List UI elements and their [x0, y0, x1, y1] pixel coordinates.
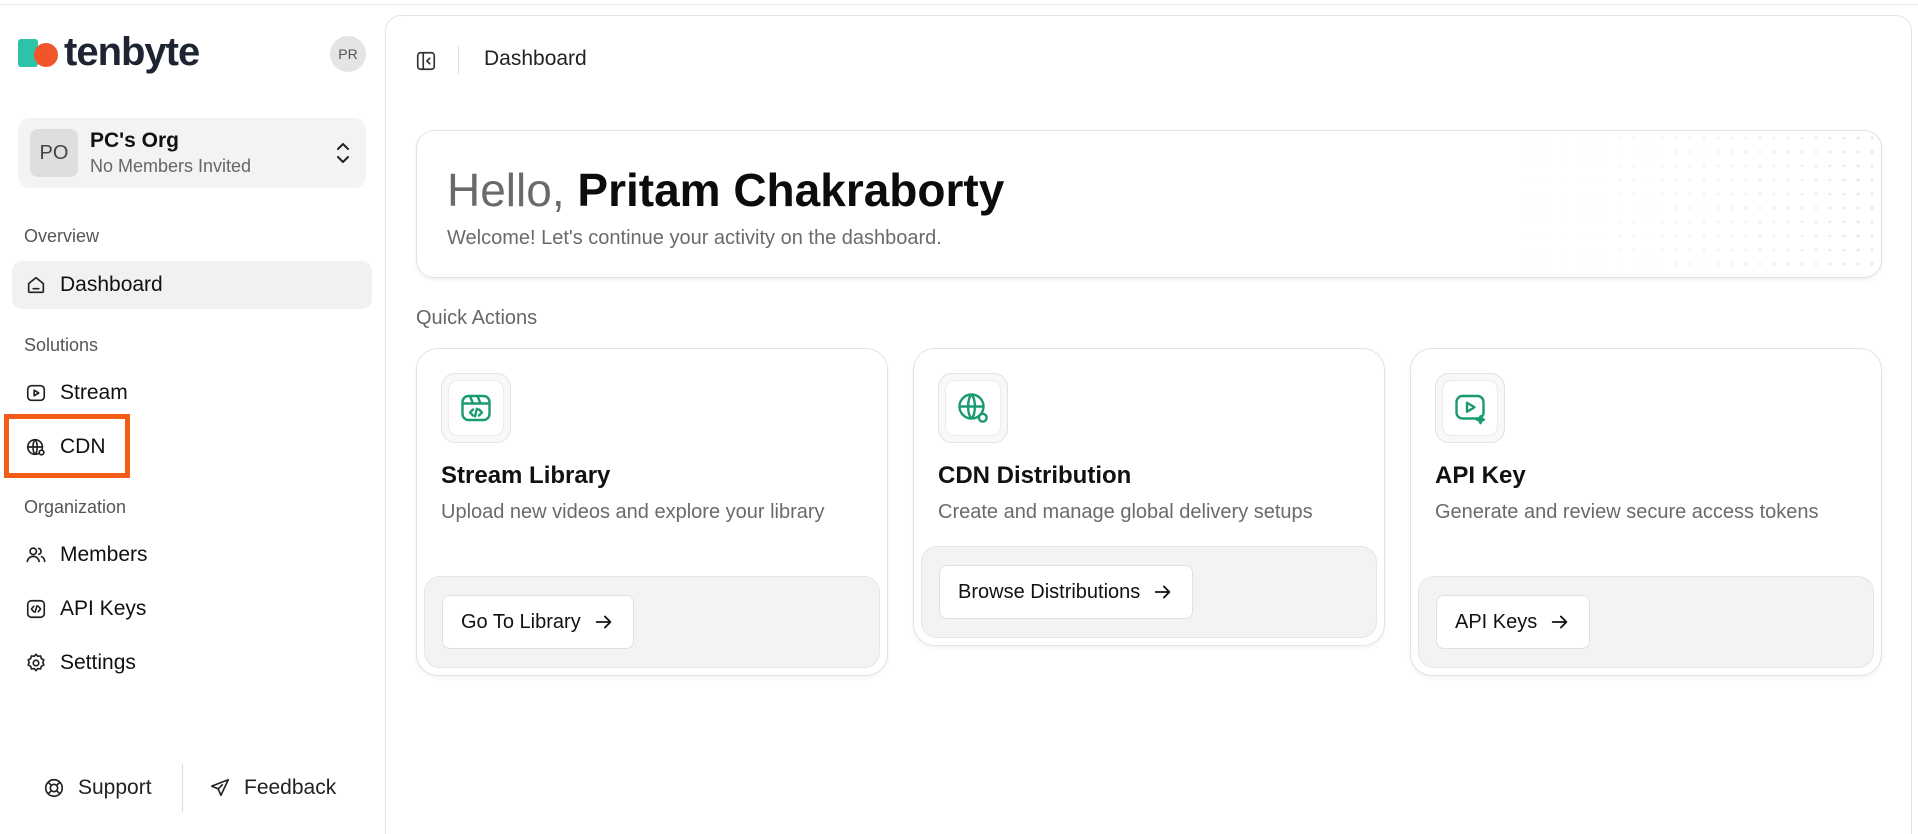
- icon-frame: [1435, 373, 1505, 443]
- sidebar-item-label: Stream: [60, 381, 128, 404]
- button-label: Go To Library: [461, 610, 581, 633]
- users-icon: [24, 543, 48, 567]
- sidebar-item-dashboard[interactable]: Dashboard: [12, 261, 372, 309]
- sidebar-item-stream[interactable]: Stream: [12, 369, 372, 417]
- sidebar-item-api-keys[interactable]: API Keys: [12, 585, 372, 633]
- org-subtitle: No Members Invited: [90, 156, 252, 176]
- quick-action-card-stream-library: Stream Library Upload new videos and exp…: [416, 348, 888, 676]
- sidebar-item-members[interactable]: Members: [12, 531, 372, 579]
- header-divider: [458, 46, 459, 74]
- brand-logo[interactable]: tenbyte: [18, 30, 200, 74]
- quick-action-card-api-key: API Key Generate and review secure acces…: [1410, 348, 1882, 676]
- button-label: API Keys: [1455, 610, 1538, 633]
- sidebar-item-label: API Keys: [60, 597, 147, 620]
- lifebuoy-icon: [42, 776, 66, 800]
- icon-frame: [938, 373, 1008, 443]
- card-title: Stream Library: [441, 462, 611, 489]
- welcome-heading: Hello, Pritam Chakraborty: [447, 165, 1004, 216]
- code-icon: [24, 597, 48, 621]
- section-label-organization: Organization: [24, 497, 127, 517]
- section-label-overview: Overview: [24, 226, 100, 246]
- card-title: CDN Distribution: [938, 462, 1132, 489]
- sidebar-item-label: Settings: [60, 651, 136, 674]
- chevron-up-down-icon: [337, 143, 349, 163]
- card-footer: Go To Library: [424, 576, 880, 668]
- cdn-highlight-box: [4, 414, 130, 478]
- feedback-button[interactable]: Feedback: [208, 766, 336, 810]
- api-key-video-icon: [1455, 394, 1486, 425]
- card-footer: API Keys: [1418, 576, 1874, 668]
- arrow-right-icon: [1549, 611, 1571, 633]
- support-label: Support: [78, 776, 152, 799]
- greeting: Hello,: [447, 164, 565, 216]
- sidebar-item-label: Members: [60, 543, 148, 566]
- send-icon: [208, 776, 232, 800]
- cdn-globe-icon: [958, 393, 988, 423]
- user-name: Pritam Chakraborty: [577, 164, 1005, 216]
- arrow-right-icon: [1152, 581, 1174, 603]
- org-name: PC's Org: [90, 129, 180, 152]
- welcome-subtitle: Welcome! Let's continue your activity on…: [447, 227, 942, 249]
- sidebar-toggle-button[interactable]: [413, 48, 439, 74]
- sidebar-item-settings[interactable]: Settings: [12, 639, 372, 687]
- sidebar: tenbyte PR PO PC's Org No Members Invite…: [0, 0, 385, 834]
- feedback-label: Feedback: [244, 776, 337, 799]
- api-keys-button[interactable]: API Keys: [1436, 595, 1591, 649]
- gear-icon: [24, 651, 48, 675]
- logo-mark-icon: [18, 37, 58, 67]
- dot-pattern-decoration: [1501, 131, 1881, 277]
- card-footer: Browse Distributions: [921, 546, 1377, 638]
- sidebar-item-label: Dashboard: [60, 273, 163, 296]
- stream-library-icon: [461, 394, 491, 422]
- quick-actions-label: Quick Actions: [416, 307, 538, 329]
- icon-frame: [441, 373, 511, 443]
- main-panel: Dashboard Hello, Pritam Chakraborty Welc…: [385, 15, 1912, 834]
- support-button[interactable]: Support: [42, 766, 152, 810]
- org-avatar: PO: [30, 129, 78, 177]
- breadcrumb: Dashboard: [484, 47, 587, 70]
- footer-divider: [182, 764, 183, 812]
- welcome-card: Hello, Pritam Chakraborty Welcome! Let's…: [416, 130, 1882, 278]
- browse-distributions-button[interactable]: Browse Distributions: [939, 565, 1194, 619]
- card-description: Create and manage global delivery setups: [938, 501, 1313, 523]
- card-title: API Key: [1435, 462, 1526, 489]
- card-description: Upload new videos and explore your libra…: [441, 501, 825, 523]
- user-avatar[interactable]: PR: [330, 36, 366, 72]
- brand-name: tenbyte: [64, 30, 200, 74]
- org-switcher[interactable]: PO PC's Org No Members Invited: [18, 118, 366, 188]
- go-to-library-button[interactable]: Go To Library: [442, 595, 634, 649]
- section-label-solutions: Solutions: [24, 335, 99, 355]
- panel-collapse-icon: [416, 51, 436, 71]
- home-icon: [24, 273, 48, 297]
- button-label: Browse Distributions: [958, 580, 1141, 603]
- arrow-right-icon: [593, 611, 615, 633]
- card-description: Generate and review secure access tokens: [1435, 501, 1819, 523]
- quick-action-card-cdn-distribution: CDN Distribution Create and manage globa…: [913, 348, 1385, 646]
- video-play-icon: [24, 381, 48, 405]
